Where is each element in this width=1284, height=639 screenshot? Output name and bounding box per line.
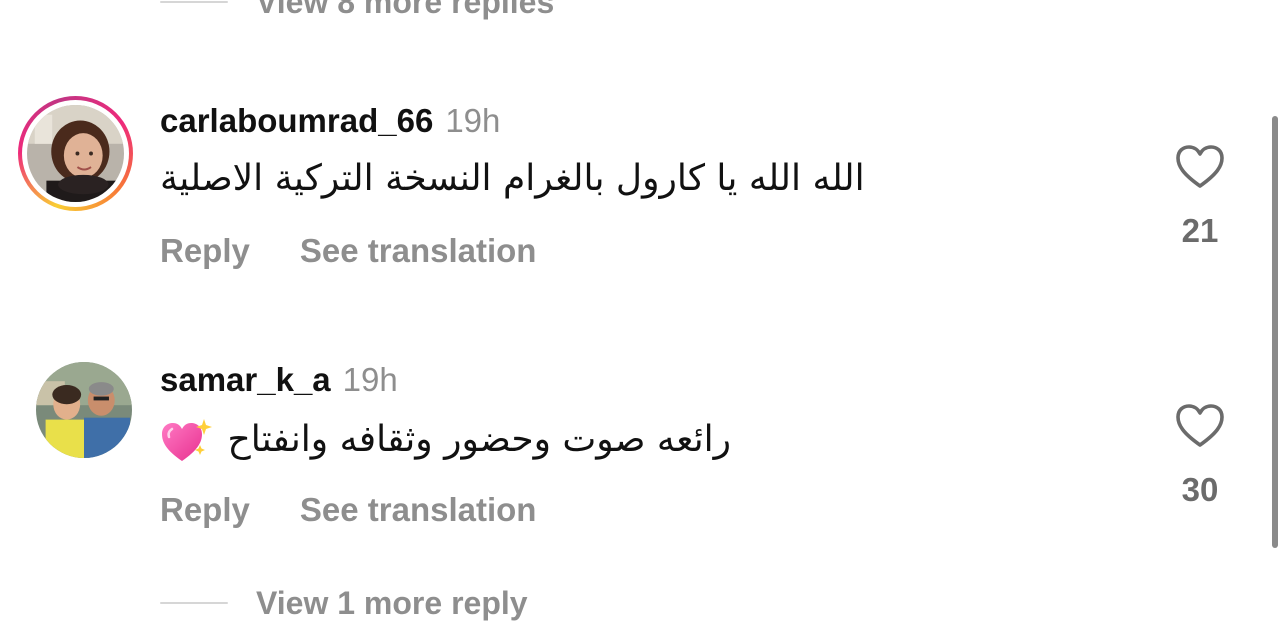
- heart-outline-icon[interactable]: [1175, 403, 1225, 449]
- avatar-photo: [36, 362, 132, 458]
- view-more-replies-label[interactable]: View 8 more replies: [256, 0, 554, 21]
- sparkling-heart-emoji-icon: [162, 419, 212, 461]
- comment-timestamp: 19h: [445, 102, 501, 139]
- see-translation-button[interactable]: See translation: [300, 491, 537, 529]
- avatar-photo: [27, 105, 124, 202]
- like-section: 21: [1160, 144, 1240, 250]
- thread-divider-line: [160, 1, 228, 3]
- view-more-replies-label[interactable]: View 1 more reply: [256, 585, 528, 622]
- like-count: 30: [1181, 471, 1219, 508]
- heart-outline-icon[interactable]: [1175, 144, 1225, 190]
- reply-button[interactable]: Reply: [160, 491, 250, 529]
- comment-header: samar_k_a 19h: [160, 361, 398, 399]
- comment-text: الله الله يا كارول بالغرام النسخة التركي…: [160, 158, 865, 199]
- scrollbar[interactable]: [1272, 116, 1278, 548]
- thread-divider-line: [160, 602, 228, 604]
- comment-actions: Reply See translation: [160, 491, 536, 529]
- like-count: 21: [1181, 212, 1219, 249]
- avatar-story-ring: [22, 100, 129, 207]
- comment-text: رائعه صوت وحضور وثقافه وانفتاح: [227, 419, 731, 460]
- avatar[interactable]: [18, 96, 133, 211]
- comment-item: samar_k_a 19h رائعه صوت وحضور وثقافه وان…: [0, 355, 1284, 555]
- comment-item: carlaboumrad_66 19h الله الله يا كارول ب…: [0, 96, 1284, 296]
- reply-button[interactable]: Reply: [160, 232, 250, 270]
- comment-actions: Reply See translation: [160, 232, 536, 270]
- comments-view: View 8 more replies carlaboumrad_66 19h …: [0, 0, 1284, 639]
- comment-timestamp: 19h: [342, 361, 398, 398]
- comment-header: carlaboumrad_66 19h: [160, 102, 500, 140]
- like-section: 30: [1160, 403, 1240, 509]
- view-more-replies-bottom[interactable]: View 1 more reply: [160, 583, 528, 623]
- username[interactable]: carlaboumrad_66: [160, 102, 433, 140]
- username[interactable]: samar_k_a: [160, 361, 331, 399]
- view-more-replies-top[interactable]: View 8 more replies: [160, 0, 554, 22]
- comment-body: رائعه صوت وحضور وثقافه وانفتاح: [160, 417, 731, 465]
- see-translation-button[interactable]: See translation: [300, 232, 537, 270]
- avatar[interactable]: [36, 362, 132, 458]
